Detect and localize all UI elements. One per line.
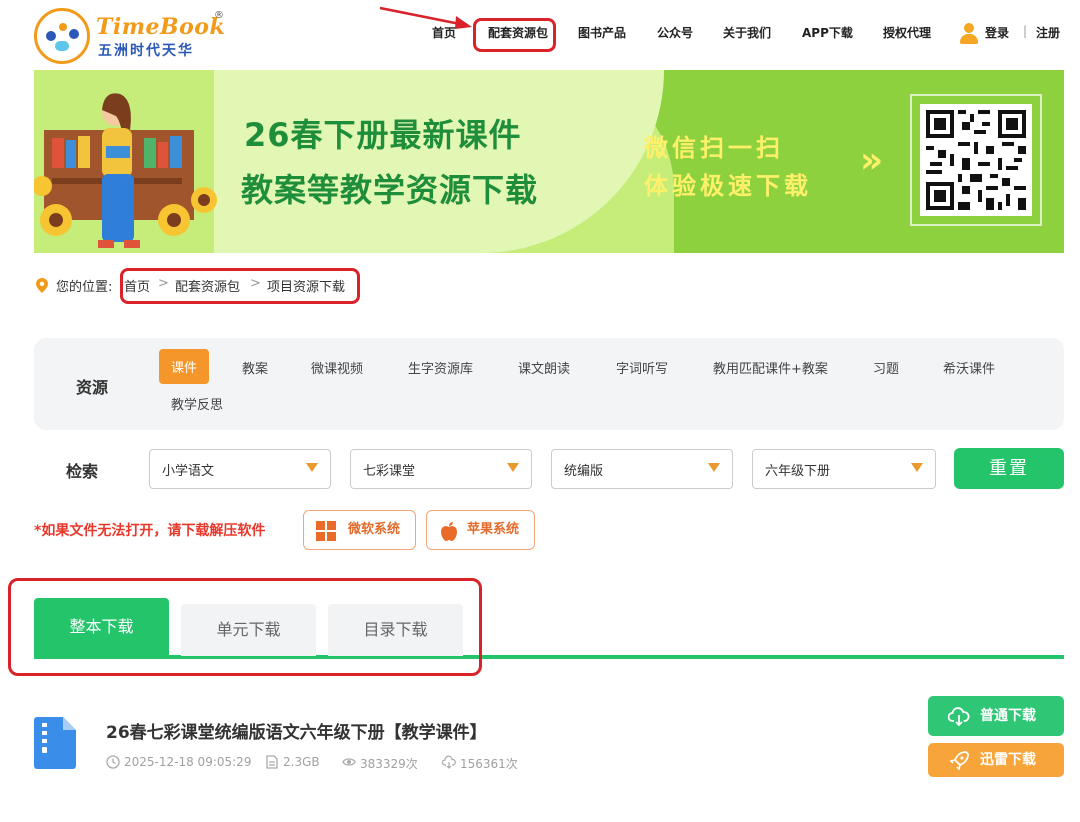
banner-headline-1: 26春下册最新课件 — [244, 116, 522, 154]
logo-name: TimeBook — [96, 14, 226, 40]
thunder-download-button[interactable]: 迅雷下载 — [928, 743, 1064, 777]
normal-download-label: 普通下载 — [980, 708, 1036, 724]
resource-date: 2025-12-18 09:05:29 — [106, 755, 251, 769]
tag-dictation[interactable]: 字词听写 — [616, 358, 668, 377]
login-register-separator: | — [1023, 24, 1028, 38]
apple-unzip-label: 苹果系统 — [467, 522, 520, 537]
windows-logo-icon — [316, 521, 336, 541]
apple-logo-icon — [441, 522, 457, 541]
subject-select[interactable]: 小学语文 — [149, 449, 331, 489]
resource-size-text: 2.3GB — [283, 755, 320, 769]
eye-icon — [342, 758, 356, 766]
banner-download-text: 体验极速下载 — [644, 172, 812, 200]
grade-select-value: 六年级下册 — [765, 464, 831, 479]
annotation-highlight-nav — [473, 18, 556, 52]
nav-book-products[interactable]: 图书产品 — [578, 24, 626, 41]
nav-authorized-agent[interactable]: 授权代理 — [883, 24, 931, 41]
tag-text-reading[interactable]: 课文朗读 — [518, 358, 570, 377]
resource-views-text: 383329次 — [360, 757, 418, 771]
promo-banner[interactable]: 26春下册最新课件 教案等教学资源下载 微信扫一扫 体验极速下载 » — [34, 70, 1064, 253]
apple-unzip-button[interactable]: 苹果系统 — [426, 510, 535, 550]
windows-unzip-button[interactable]: 微软系统 — [303, 510, 416, 550]
double-chevron-icon: » — [860, 140, 884, 181]
banner-scan-text: 微信扫一扫 — [644, 134, 784, 162]
qr-code-icon — [920, 104, 1032, 216]
unzip-warning-text: *如果文件无法打开，请下载解压软件 — [34, 523, 266, 539]
resource-title[interactable]: 26春七彩课堂统编版语文六年级下册【教学课件】 — [106, 718, 487, 743]
tag-lesson-plan[interactable]: 教案 — [242, 358, 268, 377]
tag-matched-courseware-plans[interactable]: 教用匹配课件+教案 — [713, 358, 828, 377]
subject-select-value: 小学语文 — [162, 464, 215, 479]
normal-download-button[interactable]: 普通下载 — [928, 696, 1064, 736]
series-select[interactable]: 七彩课堂 — [350, 449, 532, 489]
breadcrumb-prefix: 您的位置: — [56, 280, 113, 295]
resource-label: 资源 — [76, 378, 109, 397]
annotation-highlight-tabs — [8, 578, 482, 676]
dropdown-arrow-icon — [911, 463, 923, 472]
edition-select[interactable]: 统编版 — [551, 449, 733, 489]
register-link[interactable]: 注册 — [1036, 24, 1060, 41]
cloud-download-icon — [442, 755, 456, 769]
resource-downloads: 156361次 — [442, 755, 518, 772]
series-select-value: 七彩课堂 — [363, 464, 416, 479]
resource-views: 383329次 — [342, 755, 418, 772]
edition-select-value: 统编版 — [564, 464, 604, 479]
annotation-highlight-breadcrumb — [120, 268, 360, 304]
dropdown-arrow-icon — [507, 463, 519, 472]
dropdown-arrow-icon — [306, 463, 318, 472]
dropdown-arrow-icon — [708, 463, 720, 472]
reading-girl-illustration-icon — [34, 93, 217, 248]
cloud-download-icon — [948, 707, 970, 726]
thunder-download-label: 迅雷下载 — [980, 752, 1036, 768]
logo-subtitle: 五洲时代天华 — [98, 43, 194, 59]
login-link[interactable]: 登录 — [985, 24, 1009, 41]
site-logo[interactable]: TimeBook ® 五洲时代天华 — [34, 8, 234, 64]
user-icon — [960, 23, 978, 45]
location-pin-icon — [36, 278, 48, 293]
clock-icon — [106, 755, 120, 769]
tag-micro-video[interactable]: 微课视频 — [311, 358, 363, 377]
file-size-icon — [266, 755, 278, 769]
logo-emblem-icon — [34, 8, 90, 64]
annotation-arrow-icon — [379, 6, 472, 29]
zip-file-icon — [34, 717, 76, 769]
tag-courseware[interactable]: 课件 — [159, 349, 210, 384]
resource-size: 2.3GB — [265, 755, 320, 769]
nav-about-us[interactable]: 关于我们 — [723, 24, 771, 41]
logo-registered-mark: ® — [214, 10, 224, 21]
nav-app-download[interactable]: APP下载 — [802, 24, 853, 41]
resource-downloads-text: 156361次 — [460, 757, 518, 771]
nav-official-account[interactable]: 公众号 — [657, 24, 693, 41]
windows-unzip-label: 微软系统 — [348, 522, 401, 537]
search-label: 检索 — [66, 462, 99, 481]
grade-select[interactable]: 六年级下册 — [752, 449, 936, 489]
tag-character-library[interactable]: 生字资源库 — [408, 358, 473, 377]
tag-seewo-courseware[interactable]: 希沃课件 — [943, 358, 995, 377]
rocket-icon — [949, 751, 969, 770]
tag-exercises[interactable]: 习题 — [873, 358, 899, 377]
reset-button[interactable]: 重置 — [954, 448, 1064, 489]
banner-headline-2: 教案等教学资源下载 — [241, 171, 539, 209]
tag-teaching-reflection[interactable]: 教学反思 — [171, 394, 223, 413]
resource-date-text: 2025-12-18 09:05:29 — [124, 755, 252, 769]
